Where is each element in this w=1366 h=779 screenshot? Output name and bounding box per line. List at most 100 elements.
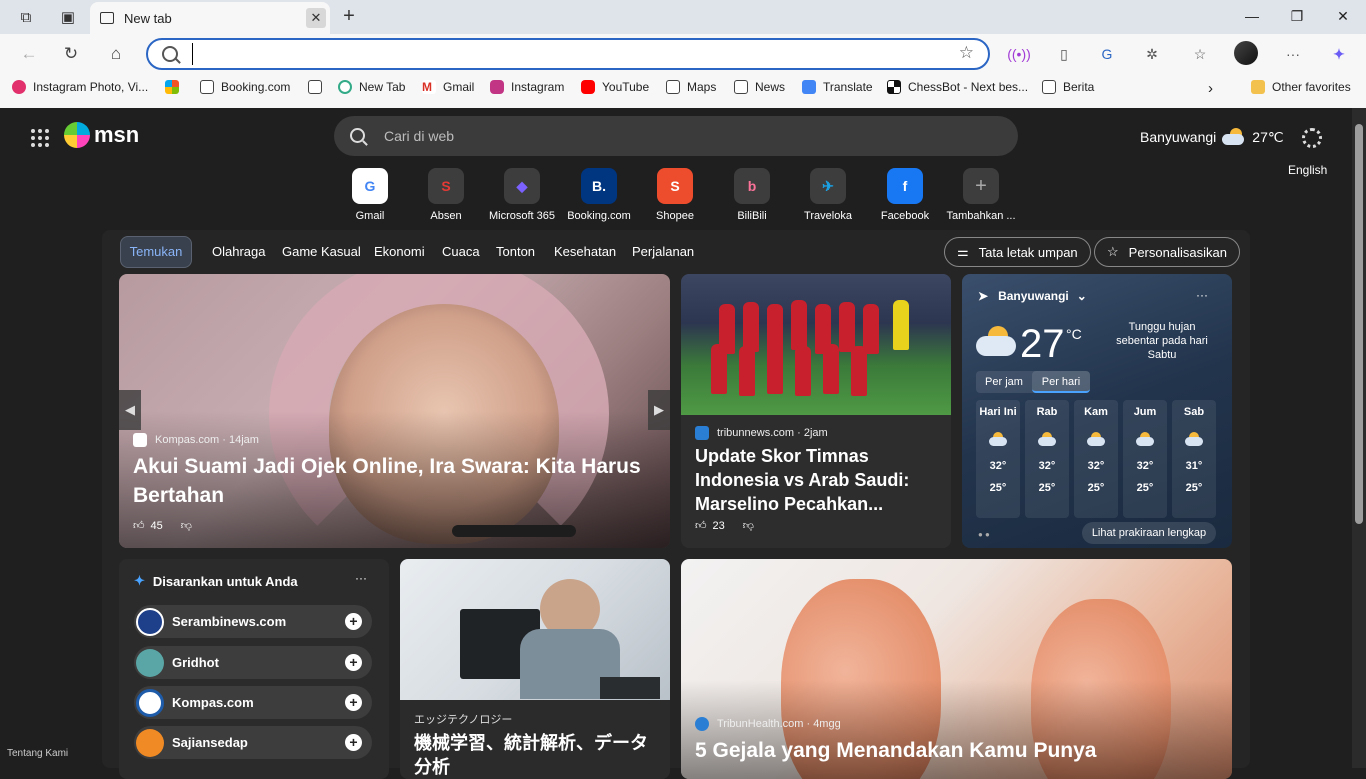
suggested-item[interactable]: Sajiansedap +	[134, 726, 372, 759]
tab-temukan[interactable]: Temukan	[120, 236, 192, 268]
follow-plus-icon[interactable]: +	[345, 734, 362, 751]
profile-avatar[interactable]	[1234, 41, 1258, 65]
bookmark-other-favorites[interactable]: Other favorites	[1251, 80, 1351, 94]
suggested-more-icon[interactable]: ···	[355, 571, 367, 585]
thumbs-down-icon[interactable]: 👎︎	[743, 519, 754, 532]
quicklink-microsoft365[interactable]: ◆ Microsoft 365	[482, 168, 562, 222]
page-scrollbar[interactable]	[1352, 108, 1366, 768]
weather-card[interactable]: ➤ Banyuwangi ⌄ ··· 27 °C Tunggu hujan sebe…	[962, 274, 1232, 548]
bookmark-page[interactable]	[308, 80, 329, 94]
more-bookmarks-chevron-icon[interactable]: ›	[1208, 80, 1213, 97]
tab-cuaca[interactable]: Cuaca	[442, 244, 480, 259]
restore-button[interactable]: ❐	[1282, 8, 1312, 25]
carousel-indicator[interactable]	[452, 525, 576, 537]
personalize-button[interactable]: ☆ Personalisasikan	[1094, 237, 1240, 267]
home-button[interactable]: ⌂	[105, 43, 127, 65]
translate-extension-icon[interactable]: G	[1096, 43, 1118, 65]
bookmark-windows[interactable]	[165, 80, 186, 94]
msn-logo[interactable]: msn	[64, 122, 139, 148]
language-label[interactable]: English	[1288, 163, 1327, 177]
copilot-icon[interactable]: ✦	[1328, 43, 1350, 65]
quicklink-shopee[interactable]: S Shopee	[635, 168, 715, 222]
jp-article-title[interactable]: 機械学習、統計解析、データ分析	[414, 731, 659, 779]
jp-article-card[interactable]: エッジテクノロジー 機械学習、統計解析、データ分析	[400, 559, 670, 779]
address-input[interactable]	[192, 43, 932, 65]
bookmark-chessbot[interactable]: ChessBot - Next bes...	[887, 80, 1028, 94]
settings-menu-icon[interactable]: ···	[1282, 43, 1304, 65]
toggle-daily[interactable]: Per hari	[1032, 371, 1090, 393]
sports-title[interactable]: Update Skor Timnas Indonesia vs Arab Sau…	[695, 444, 940, 516]
app-launcher-icon[interactable]	[31, 129, 49, 147]
suggested-item[interactable]: Serambinews.com +	[134, 605, 372, 638]
back-button[interactable]: ←	[18, 43, 40, 65]
follow-plus-icon[interactable]: +	[345, 654, 362, 671]
feed-layout-button[interactable]: ⚌ Tata letak umpan	[944, 237, 1091, 267]
hero-article-card[interactable]: ◀ ▶ Kompas.com · 14jam Akui Suami Jadi O…	[119, 274, 670, 548]
bookmark-translate[interactable]: Translate	[802, 80, 873, 94]
thumbs-down-icon[interactable]: 👎︎	[181, 519, 192, 532]
bookmark-berita[interactable]: Berita	[1042, 80, 1094, 94]
read-aloud-icon[interactable]: ((•))	[1007, 43, 1031, 65]
forecast-day[interactable]: Jum 32° 25°	[1123, 400, 1167, 518]
header-weather[interactable]: Banyuwangi 27℃	[1140, 128, 1284, 146]
follow-plus-icon[interactable]: +	[345, 613, 362, 630]
quicklink-traveloka[interactable]: ✈ Traveloka	[788, 168, 868, 222]
bookmark-instagram[interactable]: Instagram	[490, 80, 564, 94]
tab-olahraga[interactable]: Olahraga	[212, 244, 265, 259]
close-window-button[interactable]: ✕	[1328, 8, 1358, 25]
suggested-item[interactable]: Gridhot +	[134, 646, 372, 679]
thumbs-up-icon[interactable]: 👍︎	[695, 519, 707, 532]
close-tab-icon[interactable]: ✕	[306, 8, 326, 28]
extensions-icon[interactable]: ✲	[1141, 43, 1163, 65]
carousel-next-icon[interactable]: ▶	[648, 390, 670, 430]
health-article-card[interactable]: TribunHealth.com · 4mgg 5 Gejala yang Me…	[681, 559, 1232, 779]
hero-title[interactable]: Akui Suami Jadi Ojek Online, Ira Swara: …	[133, 452, 653, 510]
favorite-star-icon[interactable]: ☆	[959, 43, 974, 63]
favorites-icon[interactable]: ☆	[1189, 43, 1211, 65]
new-tab-button[interactable]: +	[338, 5, 360, 27]
tab-ekonomi[interactable]: Ekonomi	[374, 244, 425, 259]
minimize-button[interactable]: —	[1237, 8, 1267, 24]
quicklink-gmail[interactable]: G Gmail	[330, 168, 410, 222]
tab-actions-icon[interactable]: ▣	[56, 6, 80, 28]
full-forecast-link[interactable]: Lihat prakiraan lengkap	[1082, 522, 1216, 544]
address-bar[interactable]: ☆	[146, 38, 990, 70]
forecast-day[interactable]: Sab 31° 25°	[1172, 400, 1216, 518]
forecast-day[interactable]: Kam 32° 25°	[1074, 400, 1118, 518]
quicklink-absen[interactable]: S Absen	[406, 168, 486, 222]
bookmark-instagram-photo[interactable]: Instagram Photo, Vi...	[12, 80, 148, 94]
bookmark-new-tab[interactable]: New Tab	[338, 80, 405, 94]
tab-tonton[interactable]: Tonton	[496, 244, 535, 259]
page-dots[interactable]: ● ●	[978, 530, 990, 539]
thumbs-up-icon[interactable]: 👍︎	[133, 519, 145, 532]
weather-note[interactable]: Tunggu hujan sebentar pada hari Sabtu	[1112, 320, 1212, 362]
bookmark-news[interactable]: News	[734, 80, 785, 94]
weather-location[interactable]: ➤ Banyuwangi ⌄	[978, 289, 1087, 303]
carousel-prev-icon[interactable]: ◀	[119, 390, 141, 430]
health-article-title[interactable]: 5 Gejala yang Menandakan Kamu Punya	[695, 737, 1215, 764]
follow-plus-icon[interactable]: +	[345, 694, 362, 711]
bookmark-gmail[interactable]: M Gmail	[422, 80, 474, 94]
toggle-hourly[interactable]: Per jam	[976, 371, 1032, 393]
sports-article-card[interactable]: tribunnews.com · 2jam Update Skor Timnas…	[681, 274, 951, 548]
refresh-button[interactable]: ↻	[60, 43, 82, 65]
quicklink-booking[interactable]: B. Booking.com	[559, 168, 639, 222]
tab-game-kasual[interactable]: Game Kasual	[282, 244, 361, 259]
quicklink-facebook[interactable]: f Facebook	[865, 168, 945, 222]
web-search-box[interactable]: Cari di web	[334, 116, 1018, 156]
weather-more-icon[interactable]: ···	[1196, 288, 1208, 302]
collections-icon[interactable]: ▯	[1053, 43, 1075, 65]
tab-perjalanan[interactable]: Perjalanan	[632, 244, 694, 259]
tab-new-tab[interactable]: New tab ✕	[90, 2, 330, 34]
settings-gear-icon[interactable]	[1302, 128, 1322, 148]
quicklink-bilibili[interactable]: b BiliBili	[712, 168, 792, 222]
bookmark-booking[interactable]: Booking.com	[200, 80, 290, 94]
scrollbar-thumb[interactable]	[1355, 124, 1363, 524]
bookmark-youtube[interactable]: YouTube	[581, 80, 649, 94]
forecast-day[interactable]: Hari Ini 32° 25°	[976, 400, 1020, 518]
forecast-day[interactable]: Rab 32° 25°	[1025, 400, 1069, 518]
weather-unit[interactable]: °C	[1066, 326, 1082, 342]
about-link[interactable]: Tentang Kami	[7, 748, 68, 759]
bookmark-maps[interactable]: Maps	[666, 80, 716, 94]
suggested-item[interactable]: Kompas.com +	[134, 686, 372, 719]
